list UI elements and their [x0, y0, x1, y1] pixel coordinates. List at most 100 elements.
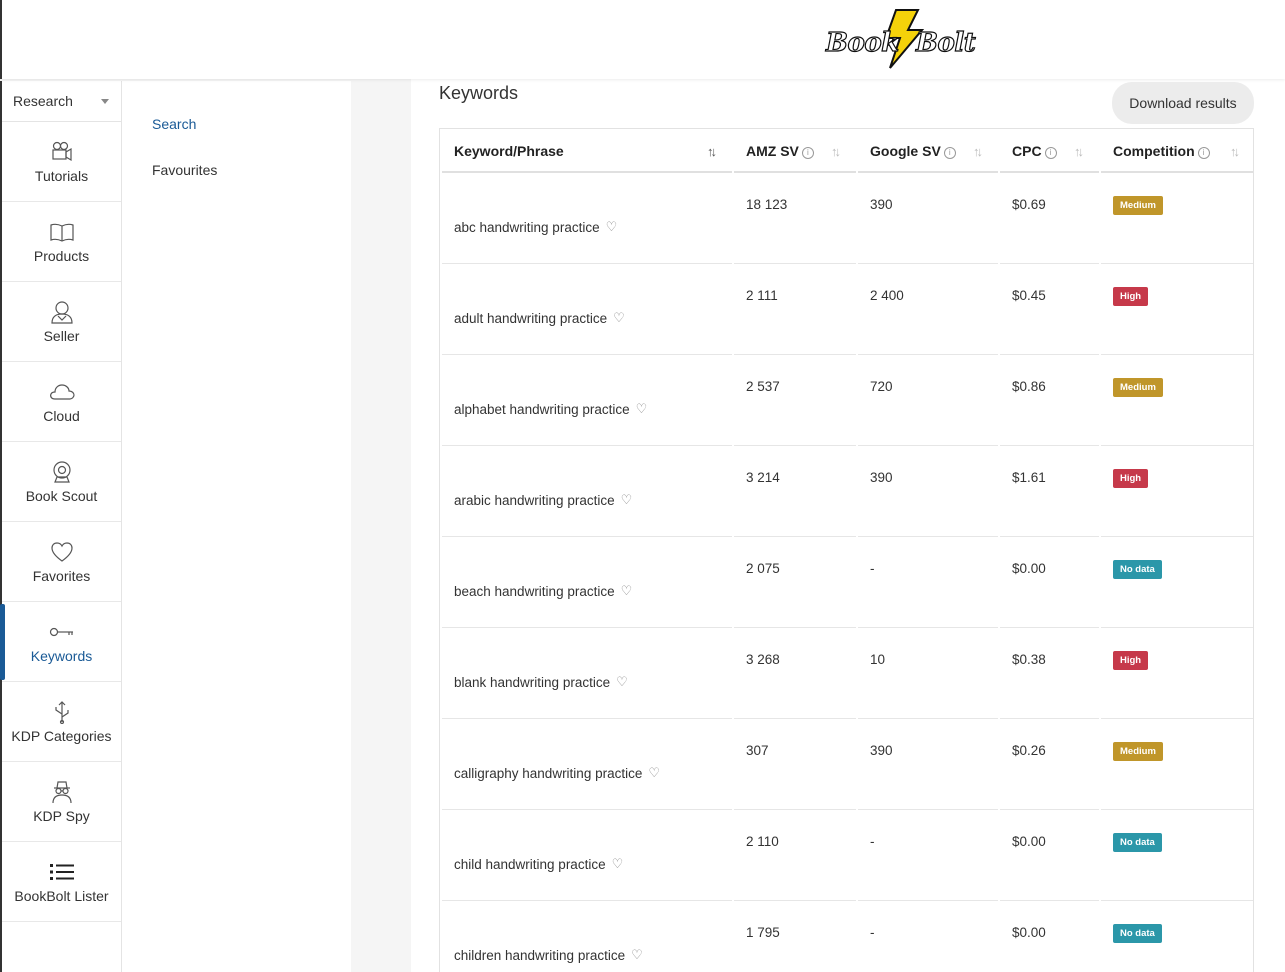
section-select[interactable]: Research	[2, 81, 121, 122]
subnav-item-favourites[interactable]: Favourites	[152, 162, 217, 178]
info-icon[interactable]: i	[1044, 147, 1057, 159]
table-row[interactable]: arabic handwriting practice ♡ 3 214 390 $1.6…	[442, 448, 1253, 537]
favorite-heart-icon[interactable]: ♡	[621, 492, 633, 508]
cpc-cell: $0.45	[1000, 266, 1099, 355]
heart-icon	[49, 539, 75, 565]
google-sv-cell: -	[858, 903, 998, 972]
amz-sv-cell: 1 795	[734, 903, 856, 972]
table-row[interactable]: beach handwriting practice ♡ 2 075- $0.00 No…	[442, 539, 1253, 628]
competition-cell: Medium	[1101, 357, 1253, 446]
keyword-text[interactable]: alphabet handwriting practice	[454, 402, 630, 417]
column-header-amz-sv[interactable]: AMZ SV i ↑↓	[734, 131, 856, 173]
cloud-icon	[49, 379, 75, 405]
competition-badge: High	[1113, 651, 1149, 670]
favorite-heart-icon[interactable]: ♡	[648, 765, 660, 781]
keyword-text[interactable]: calligraphy handwriting practice	[454, 766, 642, 781]
favorite-heart-icon[interactable]: ♡	[631, 947, 643, 963]
google-sv-cell: 10	[858, 630, 998, 719]
user-icon	[49, 299, 75, 325]
video-camera-icon	[49, 139, 75, 165]
subnav-item-search[interactable]: Search	[152, 116, 196, 132]
spy-icon	[49, 779, 75, 805]
info-icon[interactable]: i	[943, 147, 956, 159]
competition-cell: High	[1101, 630, 1253, 719]
keyword-text[interactable]: children handwriting practice	[454, 948, 625, 963]
bookbolt-logo[interactable]: Book Bolt	[824, 8, 976, 70]
amz-sv-cell: 307	[734, 721, 856, 810]
sidebar-item-seller[interactable]: Seller	[2, 282, 121, 362]
main-content: Keywords Download results Keyword/Phrase…	[411, 79, 1285, 972]
keywords-table: Keyword/Phrase ↑↓ AMZ SV i ↑↓ Google SV i ↑↓ …	[440, 129, 1253, 972]
table-row[interactable]: adult handwriting practice ♡ 2 111 2 400 $0.…	[442, 266, 1253, 355]
sidebar-item-bookbolt-lister[interactable]: BookBolt Lister	[2, 842, 121, 922]
sub-navigation: Search Favourites	[122, 81, 351, 972]
sort-icon[interactable]: ↑↓	[707, 144, 717, 159]
sidebar-item-book-scout[interactable]: Book Scout	[2, 442, 121, 522]
column-header-cpc[interactable]: CPC i ↑↓	[1000, 131, 1099, 173]
favorite-heart-icon[interactable]: ♡	[621, 583, 633, 599]
keyword-cell: child handwriting practice ♡	[442, 812, 732, 901]
column-header-google-sv[interactable]: Google SV i ↑↓	[858, 131, 998, 173]
amz-sv-cell: 18 123	[734, 175, 856, 264]
column-header-competition[interactable]: Competition i ↑↓	[1101, 131, 1253, 173]
column-header-keyword[interactable]: Keyword/Phrase ↑↓	[442, 131, 732, 173]
table-row[interactable]: abc handwriting practice ♡ 18 123 390 $0.69 M…	[442, 175, 1253, 264]
sidebar-item-label: KDP Spy	[33, 808, 90, 824]
competition-cell: No data	[1101, 812, 1253, 901]
favorite-heart-icon[interactable]: ♡	[612, 856, 624, 872]
info-icon[interactable]: i	[801, 147, 814, 159]
favorite-heart-icon[interactable]: ♡	[606, 219, 618, 235]
table-row[interactable]: blank handwriting practice ♡ 3 268 10 $0.38 H…	[442, 630, 1253, 719]
column-header-label: AMZ SV	[746, 143, 799, 159]
info-icon[interactable]: i	[1197, 147, 1210, 159]
favorite-heart-icon[interactable]: ♡	[616, 674, 628, 690]
favorite-heart-icon[interactable]: ♡	[613, 310, 625, 326]
cpc-cell: $0.69	[1000, 175, 1099, 264]
sidebar-item-favorites[interactable]: Favorites	[2, 522, 121, 602]
cpc-cell: $0.38	[1000, 630, 1099, 719]
sidebar-item-label: Book Scout	[25, 488, 98, 504]
table-row[interactable]: children handwriting practice ♡ 1 795- $0.0…	[442, 903, 1253, 972]
keyword-text[interactable]: child handwriting practice	[454, 857, 606, 872]
keywords-table-container: Keyword/Phrase ↑↓ AMZ SV i ↑↓ Google SV i ↑↓ …	[439, 128, 1254, 972]
sidebar-item-products[interactable]: Products	[2, 202, 121, 282]
logo-text-book: Book	[825, 27, 899, 58]
cpc-cell: $0.00	[1000, 539, 1099, 628]
amz-sv-cell: 2 075	[734, 539, 856, 628]
page-title: Keywords	[439, 83, 519, 103]
download-results-button[interactable]: Download results	[1112, 82, 1254, 124]
competition-cell: No data	[1101, 539, 1253, 628]
competition-cell: Medium	[1101, 721, 1253, 810]
competition-cell: No data	[1101, 903, 1253, 972]
competition-badge: High	[1113, 287, 1149, 306]
sort-icon[interactable]: ↑↓	[973, 144, 983, 159]
webcam-icon	[49, 459, 75, 485]
usb-icon	[49, 699, 75, 725]
google-sv-cell: 720	[858, 357, 998, 446]
favorite-heart-icon[interactable]: ♡	[636, 401, 648, 417]
table-row[interactable]: alphabet handwriting practice ♡ 2 537 720 $0…	[442, 357, 1253, 446]
sidebar-item-kdp-categories[interactable]: KDP Categories	[2, 682, 121, 762]
sort-icon[interactable]: ↑↓	[1074, 144, 1084, 159]
column-header-label: Keyword/Phrase	[454, 143, 564, 159]
competition-badge: No data	[1113, 924, 1162, 943]
sidebar-item-kdp-spy[interactable]: KDP Spy	[2, 762, 121, 842]
sidebar-item-tutorials[interactable]: Tutorials	[2, 122, 121, 202]
keyword-text[interactable]: blank handwriting practice	[454, 675, 610, 690]
cpc-cell: $0.86	[1000, 357, 1099, 446]
sort-icon[interactable]: ↑↓	[831, 144, 841, 159]
sidebar-item-cloud[interactable]: Cloud	[2, 362, 121, 442]
sidebar-item-label: Tutorials	[34, 168, 89, 184]
keyword-cell: adult handwriting practice ♡	[442, 266, 732, 355]
keyword-text[interactable]: abc handwriting practice	[454, 220, 600, 235]
table-row[interactable]: calligraphy handwriting practice ♡ 307 390 $…	[442, 721, 1253, 810]
google-sv-cell: 390	[858, 175, 998, 264]
sidebar-item-keywords[interactable]: Keywords	[0, 602, 121, 682]
keyword-text[interactable]: adult handwriting practice	[454, 311, 607, 326]
keyword-text[interactable]: arabic handwriting practice	[454, 493, 615, 508]
table-row[interactable]: child handwriting practice ♡ 2 110- $0.00 No…	[442, 812, 1253, 901]
keyword-text[interactable]: beach handwriting practice	[454, 584, 615, 599]
sort-icon[interactable]: ↑↓	[1230, 144, 1240, 159]
top-bar: Book Bolt	[0, 0, 1285, 79]
keyword-cell: alphabet handwriting practice ♡	[442, 357, 732, 446]
